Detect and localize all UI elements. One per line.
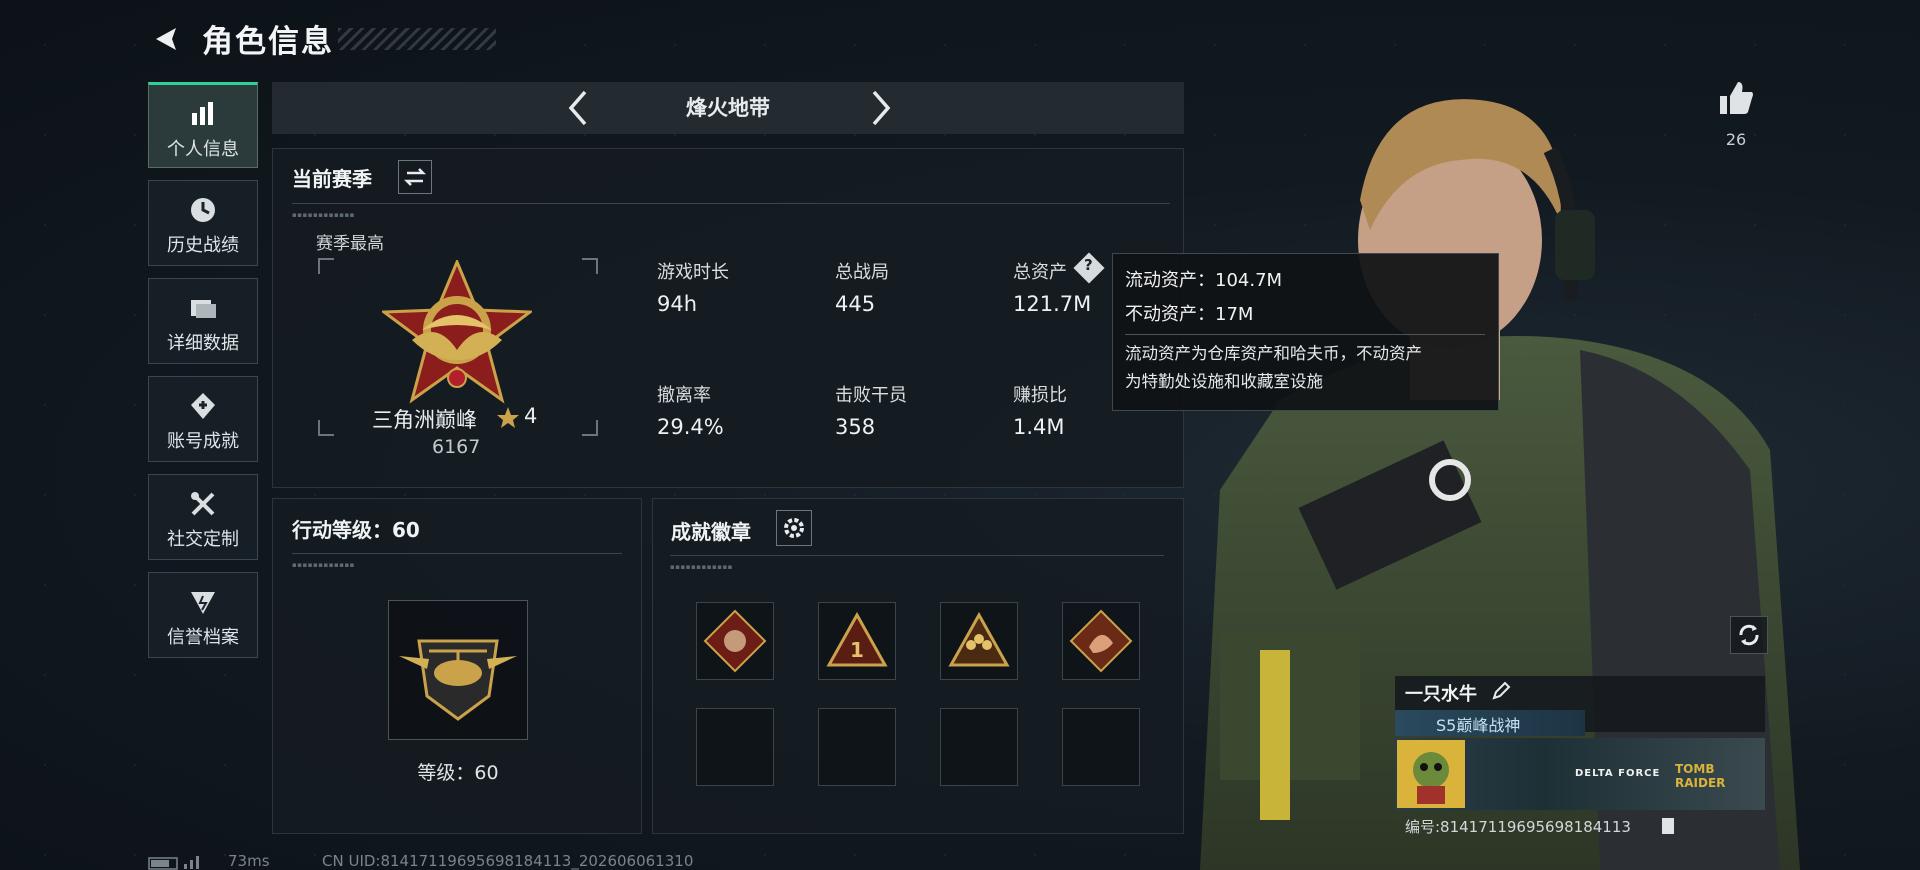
- badges-title: 成就徽章: [671, 520, 751, 544]
- stat-label-playtime: 游戏时长: [657, 262, 729, 283]
- rank-score: 6167: [432, 436, 481, 458]
- gear-icon: [784, 518, 804, 538]
- rank-emblem-icon: [382, 260, 532, 404]
- season-switch-button[interactable]: [398, 160, 432, 194]
- achievement-icon: [191, 393, 215, 419]
- season-title: 当前赛季: [292, 167, 372, 191]
- sidebar-item-label: 社交定制: [167, 529, 239, 550]
- stat-value-extract-rate: 29.4%: [657, 415, 724, 439]
- like-count: 26: [1725, 130, 1747, 149]
- stat-value-playtime: 94h: [657, 292, 698, 316]
- badge-slot[interactable]: 1: [818, 602, 896, 680]
- sidebar-item-detail-data[interactable]: 详细数据: [148, 278, 258, 364]
- stat-label-assets: 总资产: [1013, 262, 1067, 283]
- chevron-right-icon[interactable]: [866, 88, 896, 128]
- action-level-divider: [292, 553, 622, 554]
- avatar-character-icon: [1413, 752, 1449, 804]
- banner-brand-delta: DELTA FORCE: [1575, 768, 1661, 779]
- badge-dragon-icon: [1069, 609, 1133, 673]
- frame-corner: [582, 420, 598, 436]
- badge-first-place-icon: 1: [826, 611, 888, 667]
- star-icon: [497, 407, 519, 428]
- tools-icon: [191, 492, 215, 516]
- stat-value-assets: 121.7M: [1013, 292, 1092, 316]
- rotate-model-button[interactable]: [1730, 616, 1768, 654]
- stat-value-kills: 358: [835, 415, 876, 439]
- badge-slot[interactable]: [1062, 602, 1140, 680]
- badge-slot-empty[interactable]: [696, 708, 774, 786]
- season-divider: [292, 203, 1170, 204]
- rank-name: 三角洲巅峰: [372, 408, 477, 432]
- sidebar-item-credit[interactable]: 信誉档案: [148, 572, 258, 658]
- frame-corner: [318, 420, 334, 436]
- sidebar-item-achievements[interactable]: 账号成就: [148, 376, 258, 462]
- sidebar-item-label: 个人信息: [167, 139, 239, 160]
- stat-label-matches: 总战局: [835, 262, 889, 283]
- player-avatar: [1397, 740, 1465, 808]
- badges-settings-button[interactable]: [776, 510, 812, 546]
- banner-brand-tomb: TOMB RAIDER: [1675, 762, 1726, 790]
- ping-text: 73ms: [228, 852, 270, 870]
- stat-value-profit-ratio: 1.4M: [1013, 415, 1065, 439]
- sidebar-item-label: 信誉档案: [167, 627, 239, 648]
- sidebar-item-personal-info[interactable]: 个人信息: [148, 82, 258, 168]
- sidebar-item-label: 账号成就: [167, 431, 239, 452]
- helicopter-emblem-icon: [399, 639, 517, 721]
- sidebar-item-history[interactable]: 历史战绩: [148, 180, 258, 266]
- help-icon-glyph: ?: [1084, 256, 1093, 274]
- action-level-title: 行动等级：60: [292, 518, 420, 542]
- frame-corner: [318, 258, 334, 274]
- tooltip-liquid-assets: 流动资产：104.7M: [1125, 270, 1283, 291]
- sidebar-item-label: 历史战绩: [167, 235, 239, 256]
- badge-slot[interactable]: [940, 602, 1018, 680]
- stat-label-kills: 击败干员: [835, 385, 907, 406]
- tooltip-desc-line2: 为特勤处设施和收藏室设施: [1125, 372, 1323, 391]
- player-name: 一只水牛: [1405, 684, 1477, 705]
- sidebar-item-label: 详细数据: [167, 333, 239, 354]
- sidebar-item-social[interactable]: 社交定制: [148, 474, 258, 560]
- decor-label: ▪▪▪▪▪▪▪▪▪▪▪▪: [670, 563, 733, 571]
- svg-text:1: 1: [850, 638, 864, 662]
- badge-squad-icon: [948, 611, 1010, 667]
- action-level-emblem-frame: [388, 600, 528, 740]
- stat-label-extract-rate: 撤离率: [657, 385, 711, 406]
- stat-value-matches: 445: [835, 292, 876, 316]
- swap-icon: [403, 168, 427, 186]
- badge-slot-empty[interactable]: [818, 708, 896, 786]
- battery-signal-icon: [148, 856, 199, 870]
- assets-tooltip: 流动资产：104.7M 不动资产：17M 流动资产为仓库资产和哈夫币，不动资产 …: [1112, 253, 1499, 411]
- shield-icon: [191, 592, 215, 614]
- season-highest-label: 赛季最高: [316, 234, 384, 254]
- frame-corner: [582, 258, 598, 274]
- back-arrow-icon[interactable]: [150, 22, 184, 56]
- refresh-icon: [1739, 624, 1759, 646]
- clock-icon: [191, 198, 215, 222]
- page-title: 角色信息: [202, 24, 334, 60]
- tooltip-divider: [1125, 334, 1485, 335]
- badges-divider: [670, 555, 1164, 556]
- player-title: S5巅峰战神: [1436, 716, 1521, 735]
- edit-pencil-icon[interactable]: [1490, 680, 1512, 702]
- badge-slot[interactable]: [696, 602, 774, 680]
- mode-tab-title: 烽火地带: [686, 96, 770, 120]
- decor-label: ▪▪▪▪▪▪▪▪▪▪▪▪: [292, 561, 355, 569]
- folder-icon: [191, 300, 216, 318]
- player-id: 编号:81417119695698184113: [1405, 818, 1631, 836]
- action-level-text: 等级：60: [417, 762, 499, 784]
- player-banner: DELTA FORCE TOMB RAIDER: [1395, 738, 1765, 810]
- thumbs-up-icon[interactable]: [1716, 78, 1756, 118]
- stat-label-profit-ratio: 赚损比: [1013, 385, 1067, 406]
- badge-slot-empty[interactable]: [940, 708, 1018, 786]
- uid-text: CN UID:81417119695698184113_202606061310: [322, 852, 694, 870]
- rank-stars: 4: [524, 404, 538, 428]
- badge-slot-empty[interactable]: [1062, 708, 1140, 786]
- bar-chart-icon: [192, 102, 213, 125]
- decor-label: ▪▪▪▪▪▪▪▪▪▪▪▪: [292, 211, 355, 219]
- copy-icon[interactable]: [1662, 818, 1674, 834]
- badge-beast-icon: [703, 609, 767, 673]
- tooltip-desc-line1: 流动资产为仓库资产和哈夫币，不动资产: [1125, 344, 1422, 363]
- tooltip-fixed-assets: 不动资产：17M: [1125, 304, 1254, 325]
- title-decoration: [338, 28, 496, 50]
